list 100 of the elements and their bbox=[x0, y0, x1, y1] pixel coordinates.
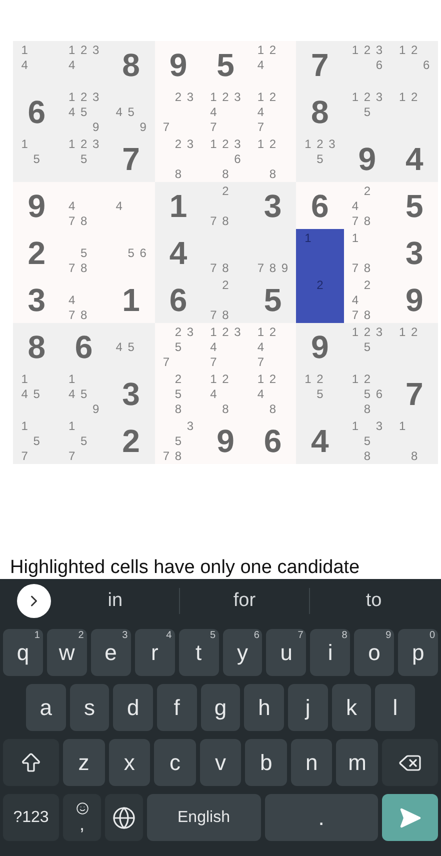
sudoku-cell[interactable]: 9 bbox=[154, 41, 202, 88]
suggestion-chip[interactable]: in bbox=[51, 586, 180, 616]
key[interactable]: v bbox=[200, 739, 242, 786]
key[interactable]: f bbox=[157, 684, 197, 731]
sudoku-cell[interactable]: 4 bbox=[107, 182, 155, 229]
sudoku-cell[interactable]: 6 bbox=[154, 276, 202, 323]
sudoku-cell[interactable]: 8 bbox=[13, 323, 60, 370]
sudoku-cell[interactable]: 4 7 8 bbox=[60, 182, 108, 229]
sudoku-cell[interactable]: 2 3 8 bbox=[154, 135, 202, 182]
key[interactable]: l bbox=[375, 684, 416, 731]
sudoku-cell[interactable]: 1 2 3 5 bbox=[344, 323, 391, 370]
suggestion-chip[interactable]: to bbox=[310, 586, 438, 616]
sudoku-cell[interactable]: 6 bbox=[296, 182, 344, 229]
sudoku-cell[interactable]: 4 bbox=[154, 229, 202, 276]
key[interactable]: p 0 bbox=[398, 629, 438, 676]
sudoku-cell[interactable]: 7 bbox=[390, 370, 438, 417]
space-key[interactable]: English bbox=[147, 794, 260, 841]
sudoku-cell[interactable]: 2 3 5 7 bbox=[154, 323, 202, 370]
key[interactable]: g bbox=[200, 684, 240, 731]
sudoku-cell[interactable]: 1 bbox=[107, 276, 155, 323]
sudoku-cell[interactable]: 9 bbox=[13, 182, 60, 229]
sudoku-cell[interactable]: 3 bbox=[107, 370, 155, 417]
sudoku-cell[interactable]: 7 bbox=[107, 135, 155, 182]
sudoku-cell[interactable]: 6 bbox=[13, 88, 60, 135]
sudoku-cell[interactable]: 1 2 5 6 8 bbox=[344, 370, 391, 417]
sudoku-cell[interactable]: 1 7 8 bbox=[344, 229, 391, 276]
sudoku-cell[interactable]: 4 7 8 bbox=[60, 276, 108, 323]
key[interactable]: d bbox=[113, 684, 154, 731]
sudoku-cell[interactable]: 1 2 3 5 bbox=[296, 135, 344, 182]
key[interactable]: w 2 bbox=[46, 629, 87, 676]
key[interactable]: z bbox=[63, 739, 105, 786]
sudoku-cell[interactable]: 1 bbox=[154, 182, 202, 229]
sudoku-cell[interactable]: 6 bbox=[249, 417, 296, 464]
key[interactable]: b bbox=[245, 739, 287, 786]
sudoku-cell[interactable]: 1 4 5 9 bbox=[60, 370, 108, 417]
key[interactable]: r 4 bbox=[134, 629, 175, 676]
sudoku-cell[interactable]: 5 bbox=[202, 41, 250, 88]
sudoku-cell[interactable]: 9 bbox=[296, 323, 344, 370]
sudoku-cell[interactable]: 1 2 3 5 bbox=[60, 135, 108, 182]
sudoku-cell[interactable]: 3 bbox=[13, 276, 60, 323]
key[interactable]: k bbox=[332, 684, 372, 731]
sudoku-cell[interactable]: 8 bbox=[296, 88, 344, 135]
sudoku-cell[interactable]: 2 4 7 8 bbox=[344, 276, 391, 323]
sudoku-cell[interactable]: 1 5 7 bbox=[60, 417, 108, 464]
sudoku-cell[interactable]: 4 5 bbox=[107, 323, 155, 370]
sudoku-cell[interactable]: 2 bbox=[107, 417, 155, 464]
sudoku-cell[interactable]: 1 2 8 bbox=[249, 135, 296, 182]
sudoku-cell[interactable]: 1 2 3 4 5 9 bbox=[60, 88, 108, 135]
key[interactable]: m bbox=[336, 739, 378, 786]
sudoku-cell[interactable]: 3 bbox=[390, 229, 438, 276]
key[interactable]: t 5 bbox=[178, 629, 219, 676]
sudoku-cell[interactable]: 2 4 7 8 bbox=[344, 182, 391, 229]
key[interactable]: q 1 bbox=[3, 629, 43, 676]
key[interactable]: y 6 bbox=[222, 629, 262, 676]
sudoku-cell[interactable]: 2 7 8 bbox=[202, 182, 250, 229]
sudoku-cell[interactable]: 1 2 6 bbox=[390, 41, 438, 88]
sudoku-cell[interactable]: 2 5 8 bbox=[154, 370, 202, 417]
sudoku-cell[interactable]: 1 2 4 7 bbox=[249, 323, 296, 370]
key[interactable]: n bbox=[290, 739, 332, 786]
emoji-comma-key[interactable]: , bbox=[63, 794, 101, 841]
key[interactable]: x bbox=[108, 739, 150, 786]
sudoku-cell[interactable]: 5 bbox=[390, 182, 438, 229]
key[interactable]: e 3 bbox=[90, 629, 131, 676]
sudoku-cell[interactable]: 9 bbox=[344, 135, 391, 182]
sudoku-cell[interactable]: 1 2 3 4 bbox=[60, 41, 108, 88]
key[interactable]: j bbox=[288, 684, 328, 731]
backspace-key[interactable] bbox=[382, 739, 438, 786]
expand-button[interactable] bbox=[17, 584, 51, 618]
sudoku-cell[interactable]: 1 5 7 bbox=[13, 417, 60, 464]
sudoku-cell[interactable]: 7 bbox=[296, 41, 344, 88]
sudoku-cell[interactable]: 5 bbox=[249, 276, 296, 323]
sudoku-cell[interactable]: 1 2 bbox=[390, 88, 438, 135]
symbols-key[interactable]: ?123 bbox=[3, 794, 59, 841]
key[interactable]: . bbox=[264, 794, 378, 841]
sudoku-cell[interactable]: 1 8 bbox=[390, 417, 438, 464]
sudoku-cell[interactable]: 2 3 7 bbox=[154, 88, 202, 135]
sudoku-cell[interactable]: 1 4 bbox=[13, 41, 60, 88]
send-key[interactable] bbox=[382, 794, 438, 841]
sudoku-cell[interactable]: 4 bbox=[296, 417, 344, 464]
key[interactable]: c bbox=[154, 739, 196, 786]
sudoku-cell[interactable]: 1 2 4 8 bbox=[202, 370, 250, 417]
key[interactable]: u 7 bbox=[266, 629, 306, 676]
sudoku-cell[interactable]: 7 8 9 bbox=[249, 229, 296, 276]
sudoku-cell[interactable]: 2 bbox=[13, 229, 60, 276]
sudoku-cell[interactable]: 4 5 9 bbox=[107, 88, 155, 135]
key[interactable]: i 8 bbox=[310, 629, 350, 676]
key[interactable]: h bbox=[244, 684, 284, 731]
suggestion-chip[interactable]: for bbox=[180, 586, 309, 616]
shift-key[interactable] bbox=[3, 739, 59, 786]
sudoku-cell[interactable]: 1 2 4 bbox=[249, 41, 296, 88]
sudoku-cell[interactable]: 1 5 bbox=[13, 135, 60, 182]
sudoku-cell[interactable]: 1 4 5 bbox=[13, 370, 60, 417]
sudoku-cell[interactable]: 1 2 5 bbox=[296, 370, 344, 417]
sudoku-cell[interactable]: 1 2 3 6 8 bbox=[202, 135, 250, 182]
key[interactable]: o 9 bbox=[354, 629, 394, 676]
sudoku-cell[interactable]: 9 bbox=[202, 417, 250, 464]
sudoku-cell[interactable]: 4 bbox=[390, 135, 438, 182]
sudoku-cell[interactable]: 9 bbox=[390, 276, 438, 323]
sudoku-cell[interactable]: 7 8 bbox=[202, 229, 250, 276]
key[interactable]: s bbox=[70, 684, 110, 731]
